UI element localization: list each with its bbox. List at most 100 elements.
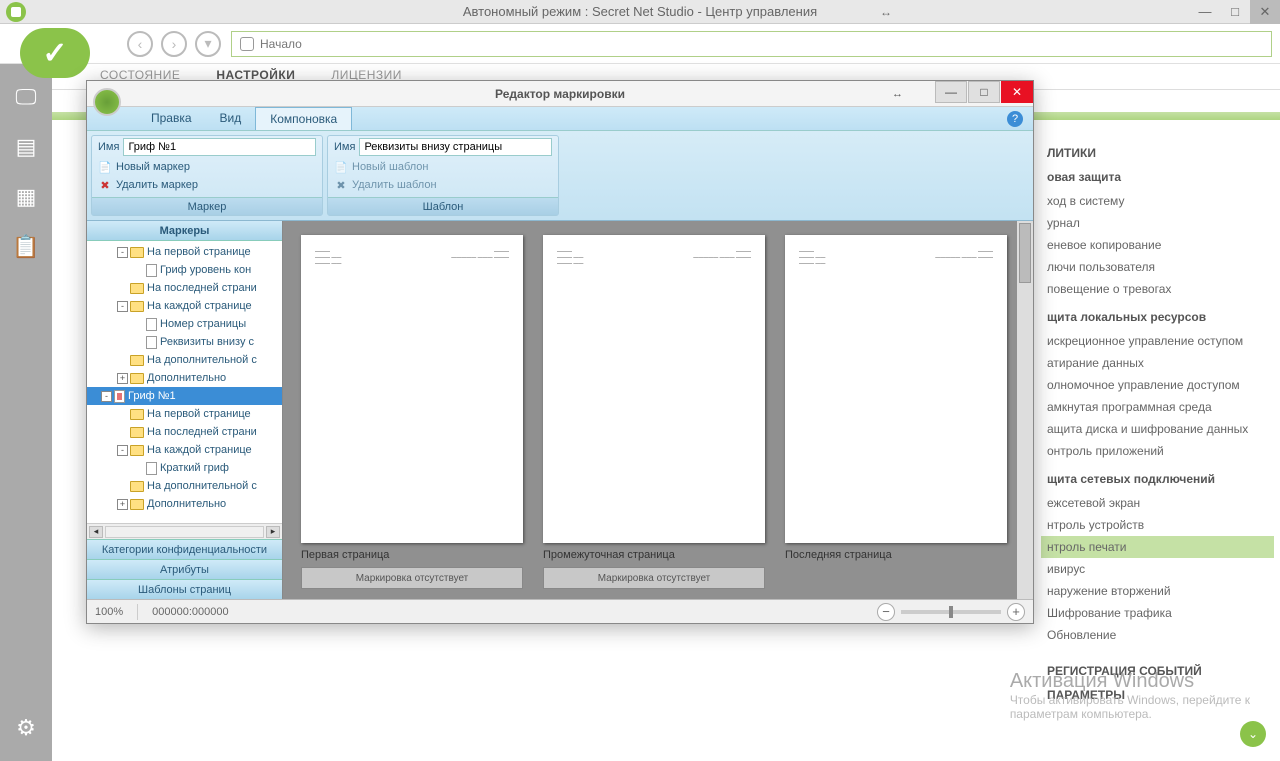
policy-item[interactable]: нтроль устройств [1047,514,1268,536]
page-sheet-middle[interactable]: —————— ————— —— ———————— ——— ——— [543,235,765,543]
modal-menubar: Правка Вид Компоновка ? [87,107,1033,131]
policy-item[interactable]: еневое копирование [1047,234,1268,256]
collapse-icon[interactable]: - [117,445,128,456]
tree-row[interactable]: На последней страни [87,423,282,441]
accordion-attributes[interactable]: Атрибуты [87,559,282,579]
menu-layout[interactable]: Компоновка [255,107,352,130]
tree-panel: Маркеры -На первой страницеГриф уровень … [87,221,283,599]
tree-row[interactable]: На последней страни [87,279,282,297]
marker-name-input[interactable] [123,138,316,156]
tree-row[interactable]: -На каждой странице [87,441,282,459]
tree-row[interactable]: На первой странице [87,405,282,423]
policy-item[interactable]: ивирус [1047,558,1268,580]
zoom-in-button[interactable]: + [1007,603,1025,621]
tree-row[interactable]: Реквизиты внизу с [87,333,282,351]
expand-icon[interactable]: + [117,373,128,384]
folder-icon [130,283,144,294]
nav-forward-button[interactable]: › [161,31,187,57]
policy-item[interactable]: олномочное управление доступом [1047,374,1268,396]
breadcrumb-bar[interactable]: Начало [231,31,1272,57]
policy-item[interactable]: искреционное управление оступом [1047,330,1268,352]
resize-arrows-icon[interactable]: ↔ [880,5,892,19]
policy-item[interactable]: урнал [1047,212,1268,234]
policy-item[interactable]: Шифрование трафика [1047,602,1268,624]
new-marker-button[interactable]: 📄 Новый маркер [92,158,322,176]
page-first: —————— ————— —— ———————— ——— ——— Первая … [301,235,523,589]
preview-area[interactable]: —————— ————— —— ———————— ——— ——— Первая … [283,221,1033,599]
accordion-page-templates[interactable]: Шаблоны страниц [87,579,282,599]
preview-vscrollbar[interactable] [1017,221,1033,599]
location-icon [240,37,254,51]
gear-icon[interactable]: ⚙ [11,715,41,741]
tree-row[interactable]: На дополнительной с [87,477,282,495]
collapse-icon[interactable]: - [101,391,112,402]
file-icon [146,462,157,475]
scroll-right-icon[interactable]: ▸ [266,526,280,538]
nav-back-button[interactable]: ‹ [127,31,153,57]
template-name-input[interactable] [359,138,552,156]
tree-row[interactable]: На дополнительной с [87,351,282,369]
modal-minimize-button[interactable]: — [935,81,967,103]
scroll-left-icon[interactable]: ◂ [89,526,103,538]
policy-item-selected[interactable]: нтроль печати [1041,536,1274,558]
policy-item[interactable]: амкнутая программная среда [1047,396,1268,418]
book-icon[interactable]: ▤ [11,134,41,160]
help-icon[interactable]: ? [1007,111,1023,127]
delete-marker-button[interactable]: ✖ Удалить маркер [92,176,322,194]
policy-item[interactable]: онтроль приложений [1047,440,1268,462]
modal-maximize-button[interactable]: □ [968,81,1000,103]
policy-item[interactable]: Обновление [1047,624,1268,646]
file-icon [114,390,125,403]
tree-row[interactable]: +Дополнительно [87,495,282,513]
monitor-icon[interactable]: 🖵 [11,84,41,110]
tree-row[interactable]: Номер страницы [87,315,282,333]
zoom-slider[interactable] [901,610,1001,614]
page-sheet-last[interactable]: —————— ————— —— ———————— ——— ——— [785,235,1007,543]
collapse-icon[interactable]: - [117,301,128,312]
policy-item[interactable]: атирание данных [1047,352,1268,374]
policy-item[interactable]: ежсетевой экран [1047,492,1268,514]
tree-row[interactable]: +Дополнительно [87,369,282,387]
expand-icon[interactable]: + [117,499,128,510]
top-toolbar: ‹ › ▾ Начало [0,24,1280,64]
delete-template-button[interactable]: ✖ Удалить шаблон [328,176,558,194]
tree-item-label: На дополнительной с [147,354,257,366]
modal-titlebar: Редактор маркировки ↔ — □ ✕ [87,81,1033,107]
tree-row[interactable]: -На первой странице [87,243,282,261]
minimize-button[interactable]: — [1190,0,1220,24]
calendar-icon[interactable]: ▦ [11,184,41,210]
menu-view[interactable]: Вид [206,107,256,130]
fab-button[interactable]: ⌄ [1240,721,1266,747]
delete-icon: ✖ [334,178,348,192]
zoom-out-button[interactable]: − [877,603,895,621]
clipboard-icon[interactable]: 📋 [11,234,41,260]
tree-row[interactable]: Гриф уровень кон [87,261,282,279]
policy-item[interactable]: повещение о тревогах [1047,278,1268,300]
modal-title: Редактор маркировки [495,87,625,101]
policy-item[interactable]: ащита диска и шифрование данных [1047,418,1268,440]
maximize-button[interactable]: □ [1220,0,1250,24]
accordion-categories[interactable]: Категории конфиденциальности [87,539,282,559]
policy-item[interactable]: ход в систему [1047,190,1268,212]
policy-group1: овая защита [1047,170,1268,184]
close-button[interactable]: ✕ [1250,0,1280,24]
modal-resize-icon[interactable]: ↔ [892,88,903,100]
tree-row[interactable]: -Гриф №1 [87,387,282,405]
file-icon [146,264,157,277]
tree-header-markers[interactable]: Маркеры [87,221,282,241]
collapse-icon[interactable]: - [117,247,128,258]
tree-body[interactable]: -На первой страницеГриф уровень конНа по… [87,241,282,523]
policy-item[interactable]: наружение вторжений [1047,580,1268,602]
nav-dropdown-button[interactable]: ▾ [195,31,221,57]
new-template-button[interactable]: 📄 Новый шаблон [328,158,558,176]
tree-row[interactable]: Краткий гриф [87,459,282,477]
menu-edit[interactable]: Правка [137,107,206,130]
ribbon-group-label-template: Шаблон [328,197,558,215]
modal-close-button[interactable]: ✕ [1001,81,1033,103]
page-sheet-first[interactable]: —————— ————— —— ———————— ——— ——— [301,235,523,543]
policy-item[interactable]: лючи пользователя [1047,256,1268,278]
scroll-track[interactable] [105,526,264,538]
zoom-level: 100% [95,606,123,618]
tree-row[interactable]: -На каждой странице [87,297,282,315]
tree-hscrollbar[interactable]: ◂ ▸ [87,523,282,539]
